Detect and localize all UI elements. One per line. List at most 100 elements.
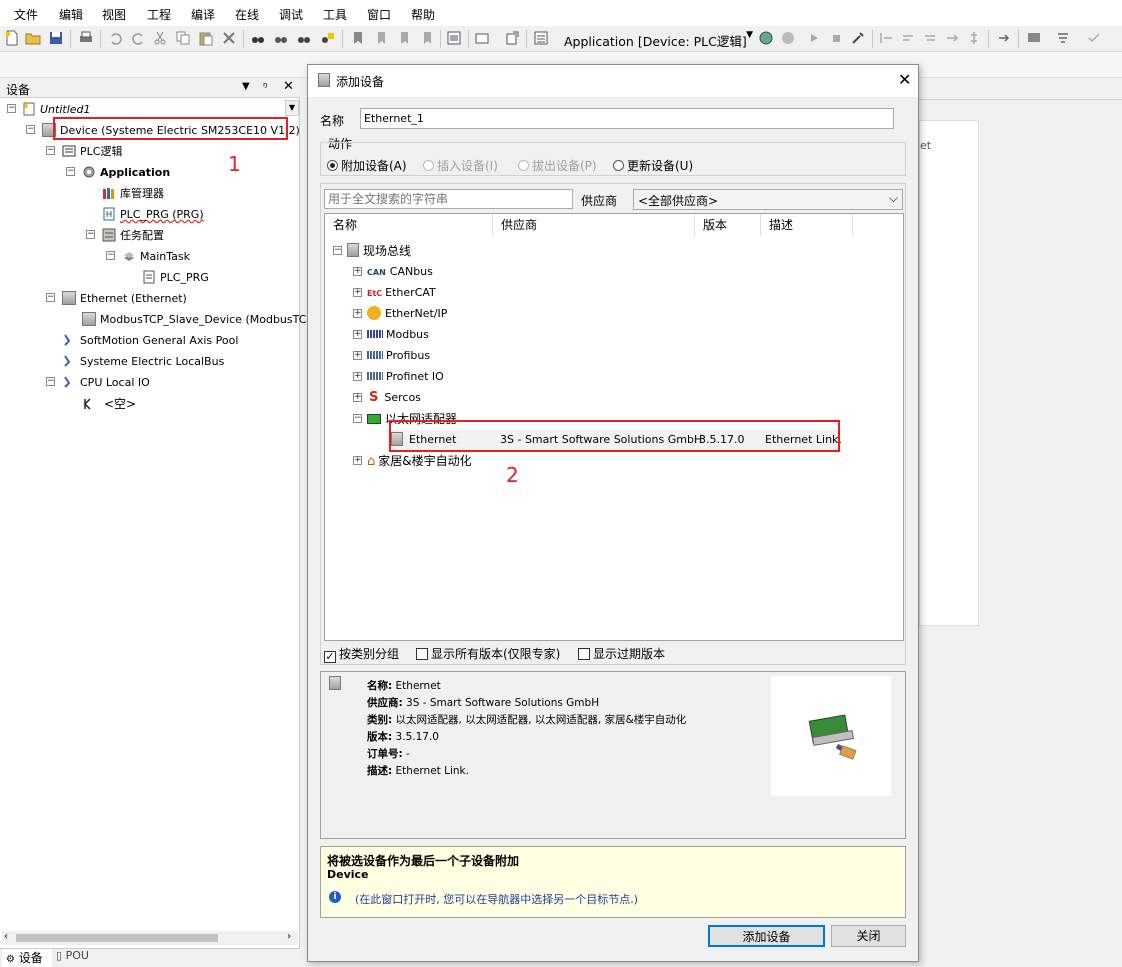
breakpoint-icon[interactable] bbox=[966, 30, 982, 46]
collapse-icon[interactable]: − bbox=[333, 246, 342, 255]
build-icon[interactable] bbox=[474, 30, 490, 46]
menu-edit[interactable]: 编辑 bbox=[59, 6, 83, 23]
collapse-icon[interactable]: − bbox=[66, 167, 75, 176]
tree-item-task-config[interactable]: 任务配置 bbox=[102, 226, 164, 246]
login-icon[interactable] bbox=[758, 30, 774, 46]
collapse-icon[interactable]: − bbox=[46, 377, 55, 386]
find-next-icon[interactable] bbox=[273, 30, 289, 46]
show-all-versions-checkbox[interactable]: 显示所有版本(仅限专家) bbox=[416, 645, 560, 662]
collapse-icon[interactable]: − bbox=[7, 104, 16, 113]
list-group-building-automation[interactable]: ⌂ 家居&楼宇自动化 bbox=[367, 451, 472, 471]
menu-window[interactable]: 窗口 bbox=[367, 6, 391, 23]
expand-icon[interactable]: + bbox=[353, 351, 362, 360]
bookmark-icon[interactable] bbox=[350, 30, 366, 46]
tree-item-localbus[interactable]: Systeme Electric LocalBus bbox=[62, 352, 224, 372]
stop-icon[interactable] bbox=[828, 30, 844, 46]
list-group-ethernetip[interactable]: EtherNet/IP bbox=[367, 304, 447, 324]
tree-item-plc-prg-call[interactable]: PLC_PRG bbox=[142, 268, 209, 288]
tab-devices[interactable]: ⚙ 设备 bbox=[2, 949, 52, 967]
column-header-name[interactable]: 名称 bbox=[325, 214, 493, 236]
pin-icon[interactable]: ᵑ bbox=[263, 80, 268, 93]
tree-item-plc-prg[interactable]: PLC_PRG (PRG) bbox=[102, 205, 204, 225]
monitor-icon[interactable] bbox=[1026, 30, 1042, 46]
fulltext-search-input[interactable] bbox=[324, 189, 573, 209]
menu-tools[interactable]: 工具 bbox=[323, 6, 347, 23]
column-header-vendor[interactable]: 供应商 bbox=[493, 214, 695, 236]
paste-icon[interactable] bbox=[198, 30, 214, 46]
tree-item-plc-logic[interactable]: PLC逻辑 bbox=[62, 142, 122, 162]
add-device-button[interactable]: 添加设备 bbox=[708, 925, 825, 947]
expand-icon[interactable]: + bbox=[353, 267, 362, 276]
menu-project[interactable]: 工程 bbox=[147, 6, 171, 23]
tree-item-modbus-slave[interactable]: ModbusTCP_Slave_Device (ModbusTCP S bbox=[82, 310, 324, 330]
list-group-sercos[interactable]: S Sercos bbox=[367, 388, 421, 408]
column-header-version[interactable]: 版本 bbox=[695, 214, 761, 236]
close-icon[interactable]: ✕ bbox=[898, 70, 911, 89]
tab-pou[interactable]: ▯ POU bbox=[56, 949, 106, 967]
step-into-icon[interactable] bbox=[900, 30, 916, 46]
vendor-select[interactable]: <全部供应商> ⌵ bbox=[633, 189, 903, 210]
calculator-icon[interactable] bbox=[533, 30, 549, 46]
close-button[interactable]: 关闭 bbox=[831, 925, 906, 947]
device-name-input[interactable] bbox=[360, 108, 894, 129]
cut-icon[interactable] bbox=[152, 30, 168, 46]
collapse-icon[interactable]: − bbox=[46, 293, 55, 302]
bookmark-prev-icon[interactable] bbox=[373, 30, 389, 46]
menu-build[interactable]: 编译 bbox=[191, 6, 215, 23]
tree-item-library-manager[interactable]: 库管理器 bbox=[102, 184, 164, 204]
check-icon[interactable] bbox=[1086, 30, 1102, 46]
menu-view[interactable]: 视图 bbox=[102, 6, 126, 23]
scroll-right-icon[interactable]: › bbox=[287, 931, 291, 942]
expand-icon[interactable]: + bbox=[353, 456, 362, 465]
collapse-icon[interactable]: − bbox=[106, 251, 115, 260]
collapse-icon[interactable]: − bbox=[26, 125, 35, 134]
tree-item-cpu-local-io[interactable]: CPU Local IO bbox=[62, 373, 150, 393]
scrollbar-thumb[interactable] bbox=[16, 934, 218, 942]
menu-file[interactable]: 文件 bbox=[14, 6, 38, 23]
list-group-canbus[interactable]: CAN CANbus bbox=[367, 262, 433, 282]
run-icon[interactable] bbox=[806, 30, 822, 46]
list-group-ethercat[interactable]: EtC EtherCAT bbox=[367, 283, 436, 303]
menu-help[interactable]: 帮助 bbox=[411, 6, 435, 23]
menu-online[interactable]: 在线 bbox=[235, 6, 259, 23]
tree-scroll-down-icon[interactable]: ▼ bbox=[285, 100, 299, 116]
tree-item-application[interactable]: Application bbox=[82, 163, 170, 183]
list-group-profibus[interactable]: Profibus bbox=[367, 346, 430, 366]
tree-item-axis-pool[interactable]: SoftMotion General Axis Pool bbox=[62, 331, 238, 351]
horizontal-scrollbar[interactable]: ‹ › bbox=[2, 931, 298, 945]
scroll-left-icon[interactable]: ‹ bbox=[4, 931, 8, 942]
delete-icon[interactable] bbox=[221, 30, 237, 46]
bookmark-clear-icon[interactable] bbox=[419, 30, 435, 46]
tree-item-ethernet[interactable]: Ethernet (Ethernet) bbox=[62, 289, 187, 309]
tree-item-empty-slot[interactable]: <空> bbox=[80, 394, 136, 414]
expand-icon[interactable]: + bbox=[353, 393, 362, 402]
close-panel-icon[interactable]: ✕ bbox=[283, 79, 294, 94]
radio-update-device[interactable]: 更新设备(U) bbox=[613, 157, 693, 174]
save-icon[interactable] bbox=[48, 30, 64, 46]
new-file-icon[interactable] bbox=[4, 30, 20, 46]
radio-insert-device[interactable]: 插入设备(I) bbox=[423, 157, 498, 174]
list-group-modbus[interactable]: Modbus bbox=[367, 325, 429, 345]
expand-icon[interactable]: + bbox=[353, 288, 362, 297]
group-by-category-checkbox[interactable]: ✓ 按类别分组 bbox=[324, 645, 399, 663]
expand-icon[interactable]: + bbox=[353, 309, 362, 318]
expand-icon[interactable]: + bbox=[353, 330, 362, 339]
show-outdated-versions-checkbox[interactable]: 显示过期版本 bbox=[578, 645, 665, 662]
list-group-profinet[interactable]: Profinet IO bbox=[367, 367, 444, 387]
window-icon[interactable] bbox=[446, 30, 462, 46]
logout-icon[interactable] bbox=[780, 30, 796, 46]
redo-icon[interactable] bbox=[130, 30, 146, 46]
export-icon[interactable] bbox=[504, 30, 520, 46]
active-application-combo[interactable]: Application [Device: PLC逻辑] ▼ bbox=[560, 29, 755, 49]
run-to-cursor-icon[interactable] bbox=[944, 30, 960, 46]
wrench-icon[interactable] bbox=[850, 30, 866, 46]
step-out-icon[interactable] bbox=[922, 30, 938, 46]
collapse-icon[interactable]: − bbox=[46, 146, 55, 155]
sort-icon[interactable] bbox=[1055, 30, 1071, 46]
arrow-right-icon[interactable] bbox=[996, 30, 1012, 46]
step-over-icon[interactable] bbox=[878, 30, 894, 46]
panel-menu-icon[interactable]: ▼ bbox=[242, 81, 250, 92]
copy-icon[interactable] bbox=[175, 30, 191, 46]
column-header-description[interactable]: 描述 bbox=[761, 214, 853, 236]
replace-icon[interactable] bbox=[296, 30, 312, 46]
